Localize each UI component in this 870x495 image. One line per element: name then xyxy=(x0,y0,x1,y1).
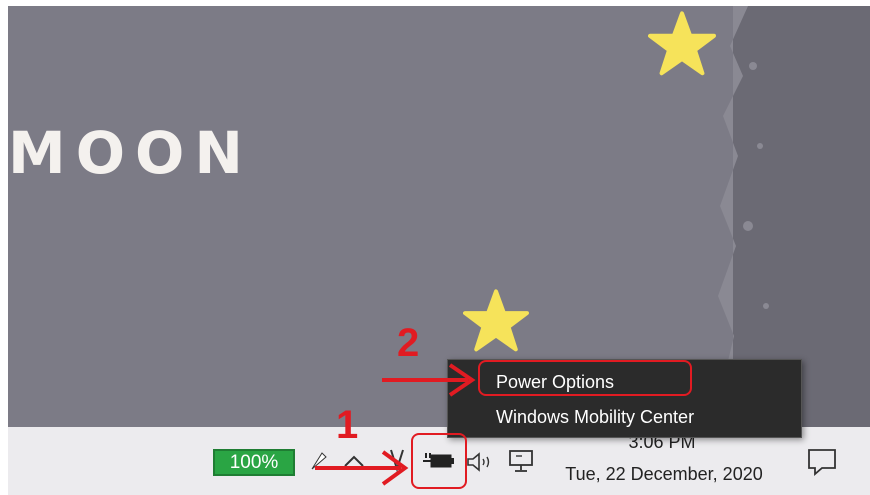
menu-item-windows-mobility-center[interactable]: Windows Mobility Center xyxy=(496,407,694,428)
arrow-to-power-options xyxy=(382,363,476,397)
star-icon xyxy=(648,11,716,76)
speaker-icon[interactable] xyxy=(465,450,495,474)
step-number-1: 1 xyxy=(336,403,359,447)
star-icon xyxy=(463,289,529,352)
arrow-to-power-icon xyxy=(315,450,409,486)
wallpaper-moon-text: MOON xyxy=(8,119,253,187)
network-icon[interactable] xyxy=(506,447,536,475)
highlight-power-icon xyxy=(411,433,467,489)
highlight-power-options xyxy=(478,360,692,396)
step-number-2: 2 xyxy=(397,321,420,365)
notification-icon[interactable] xyxy=(806,447,838,477)
clock-date[interactable]: Tue, 22 December, 2020 xyxy=(548,464,780,485)
battery-percentage[interactable]: 100% xyxy=(213,449,295,476)
